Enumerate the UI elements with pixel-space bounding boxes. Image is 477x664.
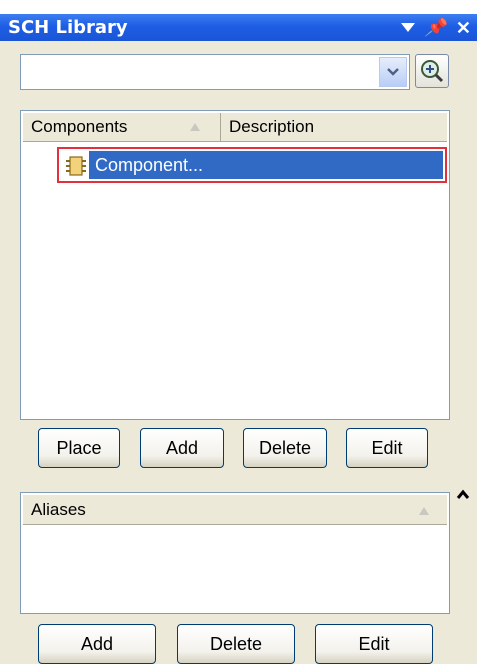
column-header-aliases-label: Aliases [31,500,86,519]
chevron-down-icon [387,68,399,76]
component-icon [66,156,86,176]
collapse-up-icon[interactable] [455,488,471,502]
filter-combobox[interactable] [20,54,410,90]
aliases-list[interactable]: Aliases [20,492,450,614]
components-list[interactable]: Components Description Component... [20,110,450,420]
delete-button[interactable]: Delete [243,428,327,468]
combobox-dropdown-button[interactable] [379,57,407,87]
sort-ascending-icon [190,123,200,131]
titlebar-controls: 📌 ✕ [400,14,471,41]
list-item[interactable]: Component... [57,147,447,183]
panel-title: SCH Library [8,17,128,38]
column-header-description[interactable]: Description [221,113,447,141]
column-header-aliases[interactable]: Aliases [23,495,447,525]
alias-edit-button[interactable]: Edit [315,624,433,664]
panel-titlebar: SCH Library 📌 ✕ [0,0,477,41]
pin-icon[interactable]: 📌 [425,19,446,36]
panel-menu-icon[interactable] [400,23,415,32]
column-header-description-label: Description [229,117,315,136]
alias-add-button[interactable]: Add [38,624,156,664]
alias-delete-button[interactable]: Delete [177,624,295,664]
column-header-components-label: Components [31,117,128,136]
component-name: Component... [95,155,204,175]
edit-button[interactable]: Edit [346,428,428,468]
sort-ascending-icon [419,507,429,515]
column-header-components[interactable]: Components [23,113,221,141]
close-icon[interactable]: ✕ [456,19,471,37]
add-button[interactable]: Add [140,428,224,468]
zoom-search-button[interactable] [415,54,449,88]
components-list-header: Components Description [23,113,447,142]
magnifier-plus-icon [421,60,444,83]
place-button[interactable]: Place [38,428,120,468]
